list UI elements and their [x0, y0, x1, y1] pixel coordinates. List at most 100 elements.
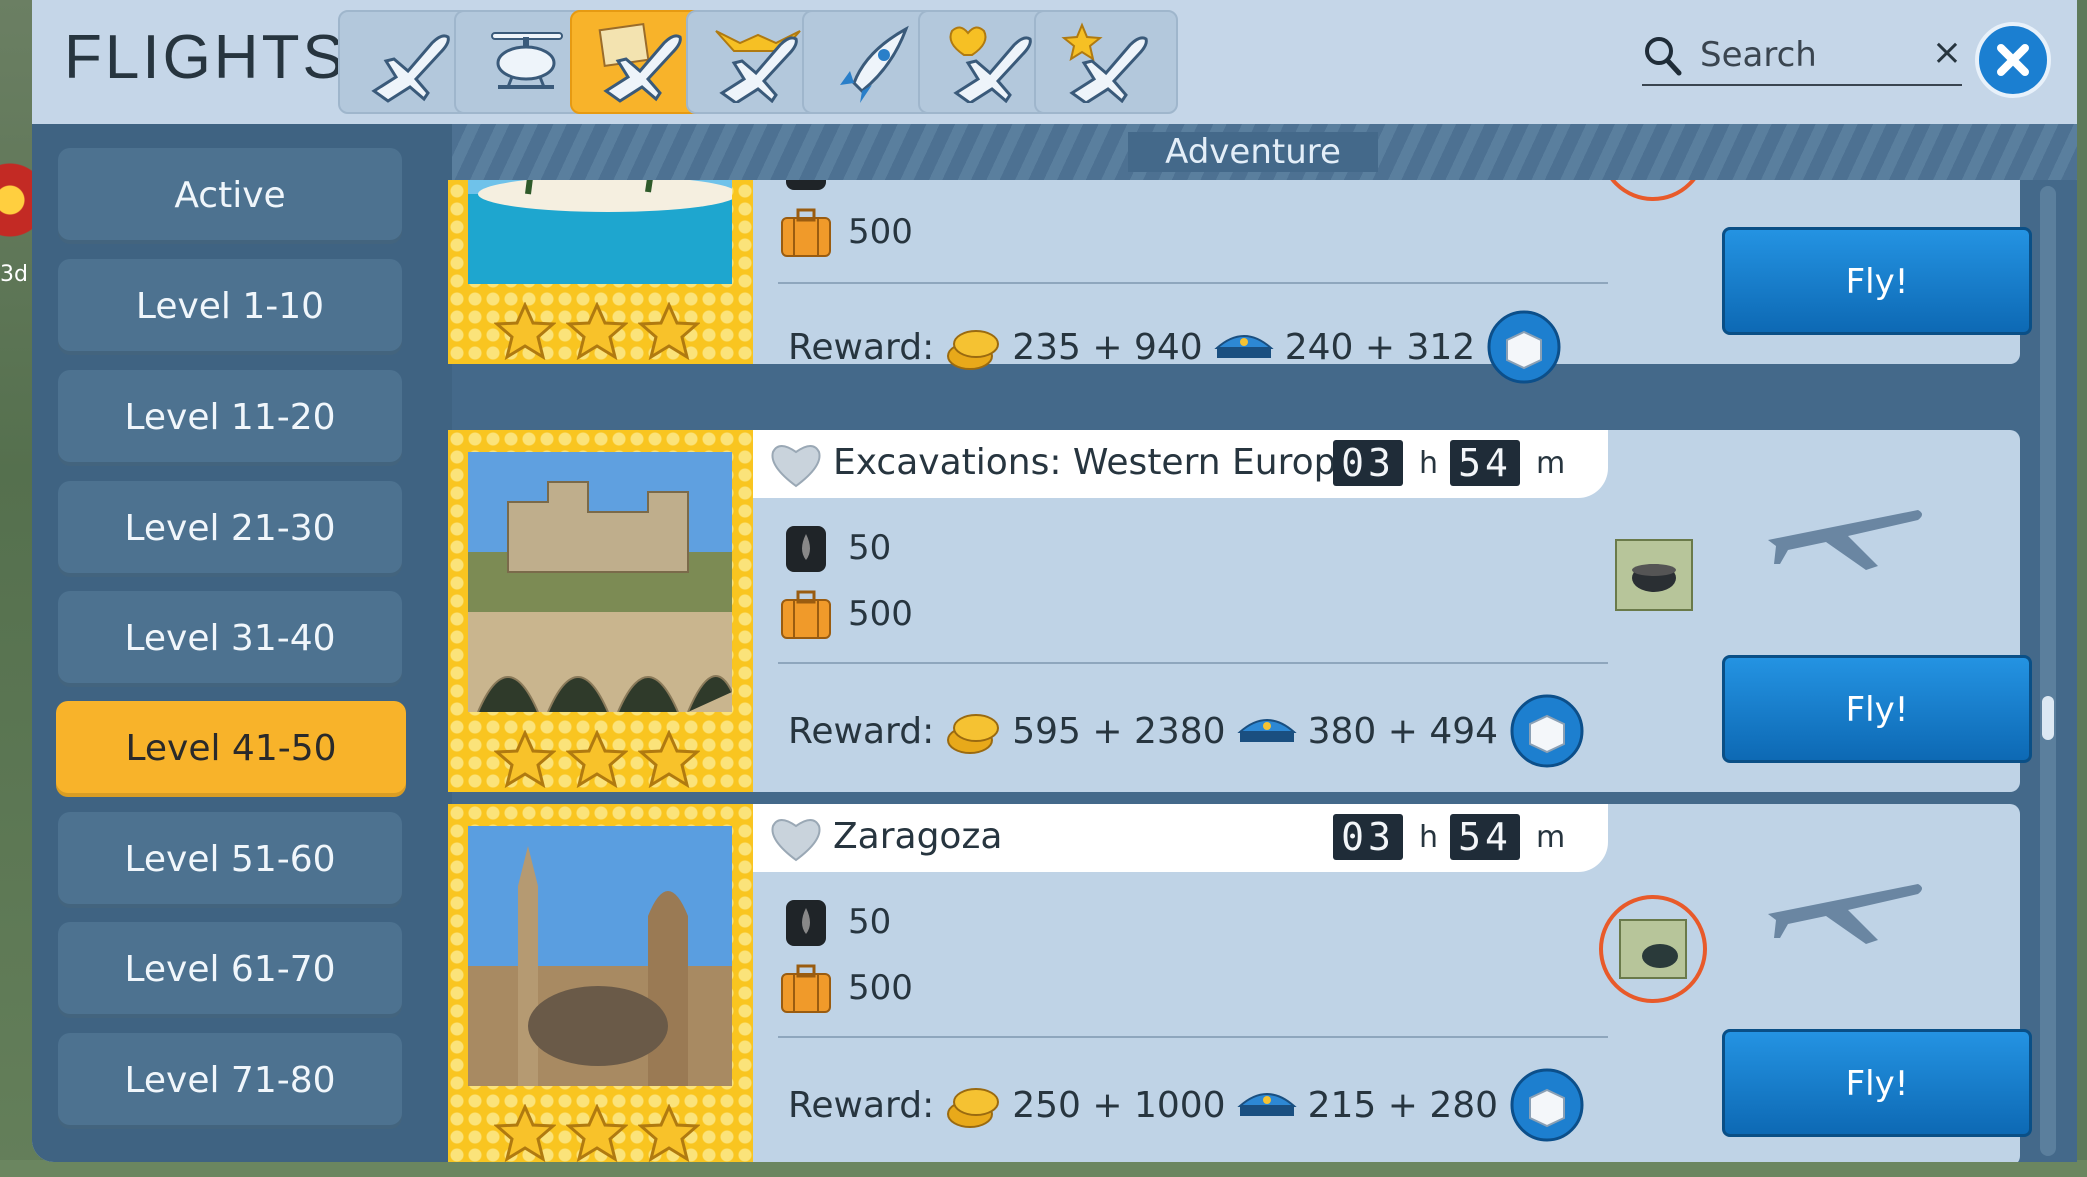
star-plane-icon	[1061, 22, 1148, 103]
flight-timer: 03 h 54 m	[1333, 814, 1573, 860]
plane-icon	[371, 34, 450, 103]
fly-button[interactable]: Fly!	[1722, 1029, 2032, 1137]
favorite-heart-icon[interactable]	[767, 440, 825, 490]
reward-row: Reward: 235 + 940 240 + 312	[788, 308, 1563, 386]
scrollbar-thumb[interactable]	[2042, 696, 2054, 740]
coin-reward: 235 + 940	[1012, 326, 1203, 368]
passenger-cost: 500	[778, 586, 913, 642]
minutes-unit: m	[1536, 445, 1566, 481]
star-rating	[494, 1104, 700, 1162]
cauldron-map-icon	[1599, 895, 1707, 1003]
search-bar: ×	[1642, 28, 1962, 86]
passenger-value: 500	[848, 594, 913, 634]
flight-name-bar: Zaragoza 03 h 54 m	[753, 804, 1608, 872]
flight-timer: 03 h 54 m	[1333, 440, 1573, 486]
reward-label: Reward:	[788, 1084, 935, 1126]
plane-silhouette-icon	[1768, 884, 1922, 944]
destination-photo	[448, 804, 753, 1162]
flight-list[interactable]: 50 500 Reward: 235 + 940 240 + 312 Fly!	[420, 180, 2045, 1162]
reward-box-icon[interactable]	[1485, 308, 1563, 386]
flight-name: Zaragoza	[833, 816, 1003, 857]
background-timer-text: 3d	[0, 262, 28, 287]
sidebar-item-level-41-50[interactable]: Level 41-50	[56, 701, 406, 797]
level-sidebar: Active Level 1-10 Level 11-20 Level 21-3…	[32, 124, 452, 1162]
passenger-cost: 500	[778, 204, 913, 260]
search-input[interactable]	[1698, 32, 1912, 78]
star-rating	[494, 730, 700, 788]
castle-bridge-photo	[468, 452, 732, 712]
prize-item	[1598, 894, 1708, 1004]
zaragoza-photo	[468, 826, 732, 1086]
flight-card: Excavations: Western Europe 03 h 54 m 50…	[448, 430, 2032, 792]
crew-reward: 380 + 494	[1307, 710, 1499, 752]
fuel-value: 50	[848, 528, 892, 568]
prize-item	[1598, 180, 1708, 202]
header-bar: FLIGHTS Search ×	[32, 0, 2077, 124]
sidebar-item-level-71-80[interactable]: Level 71-80	[58, 1033, 402, 1129]
winged-plane-icon	[715, 30, 801, 103]
coins-icon	[947, 714, 1000, 754]
sidebar-item-level-31-40[interactable]: Level 31-40	[58, 591, 402, 687]
star-icon	[566, 302, 628, 360]
coin-reward: 250 + 1000	[1012, 1084, 1226, 1126]
star-icon	[566, 1104, 628, 1162]
coins-icon	[947, 330, 1000, 370]
star-icon	[638, 302, 700, 360]
close-button[interactable]	[1975, 22, 2051, 98]
background-building	[0, 150, 36, 260]
page-title: FLIGHTS	[64, 23, 347, 92]
fuel-value: 50	[848, 902, 892, 942]
fuel-barrel-icon	[786, 180, 826, 190]
clear-search-button[interactable]: ×	[1932, 32, 1962, 73]
flight-name-bar: Excavations: Western Europe 03 h 54 m	[753, 430, 1608, 498]
star-icon	[638, 730, 700, 788]
suitcase-icon	[781, 590, 831, 639]
hours-unit: h	[1419, 819, 1439, 855]
pilot-cap-icon	[1236, 719, 1297, 742]
close-icon	[1997, 44, 2029, 76]
fuel-value: 50	[848, 180, 891, 186]
sidebar-item-level-61-70[interactable]: Level 61-70	[58, 922, 402, 1018]
sidebar-item-level-11-20[interactable]: Level 11-20	[58, 370, 402, 466]
favorite-heart-icon[interactable]	[767, 814, 825, 864]
star-rating	[494, 302, 700, 360]
prize-item	[1598, 520, 1708, 630]
reward-label: Reward:	[788, 326, 935, 368]
crew-reward: 240 + 312	[1284, 326, 1476, 368]
star-icon	[494, 302, 556, 360]
passenger-value: 500	[848, 212, 913, 252]
reward-box-icon[interactable]	[1508, 1066, 1586, 1144]
sidebar-item-level-21-30[interactable]: Level 21-30	[58, 481, 402, 577]
reward-row: Reward: 595 + 2380 380 + 494	[788, 692, 1586, 770]
tab-star[interactable]	[1034, 10, 1178, 114]
coin-reward: 595 + 2380	[1012, 710, 1226, 752]
sidebar-item-level-51-60[interactable]: Level 51-60	[58, 812, 402, 908]
beach-photo	[468, 180, 732, 284]
reward-label: Reward:	[788, 710, 935, 752]
pilot-cap-icon	[1214, 335, 1274, 358]
helicopter-icon	[491, 32, 563, 89]
star-icon	[566, 730, 628, 788]
map-plane-icon	[598, 22, 682, 103]
crew-reward: 215 + 280	[1307, 1084, 1499, 1126]
fly-button[interactable]: Fly!	[1722, 227, 2032, 335]
section-title: Adventure	[1128, 132, 1378, 172]
scrollbar[interactable]	[2040, 186, 2056, 1156]
star-icon	[494, 1104, 556, 1162]
flight-name: Excavations: Western Europe	[833, 442, 1359, 483]
minutes-digit: 54	[1450, 814, 1521, 860]
flight-card: Zaragoza 03 h 54 m 50 500 Reward: 250 + …	[448, 804, 2032, 1162]
suitcase-icon	[781, 208, 831, 257]
sidebar-item-level-1-10[interactable]: Level 1-10	[58, 259, 402, 355]
hours-unit: h	[1419, 445, 1439, 481]
hours-digit: 03	[1333, 440, 1403, 486]
mask-map-icon	[1610, 180, 1696, 201]
plane-silhouette-icon	[1768, 510, 1922, 570]
search-icon	[1645, 37, 1682, 76]
reward-box-icon[interactable]	[1508, 692, 1586, 770]
fly-button[interactable]: Fly!	[1722, 655, 2032, 763]
star-icon	[638, 1104, 700, 1162]
passenger-cost: 500	[778, 960, 913, 1016]
sidebar-item-active[interactable]: Active	[58, 148, 402, 244]
hours-digit: 03	[1333, 814, 1403, 860]
